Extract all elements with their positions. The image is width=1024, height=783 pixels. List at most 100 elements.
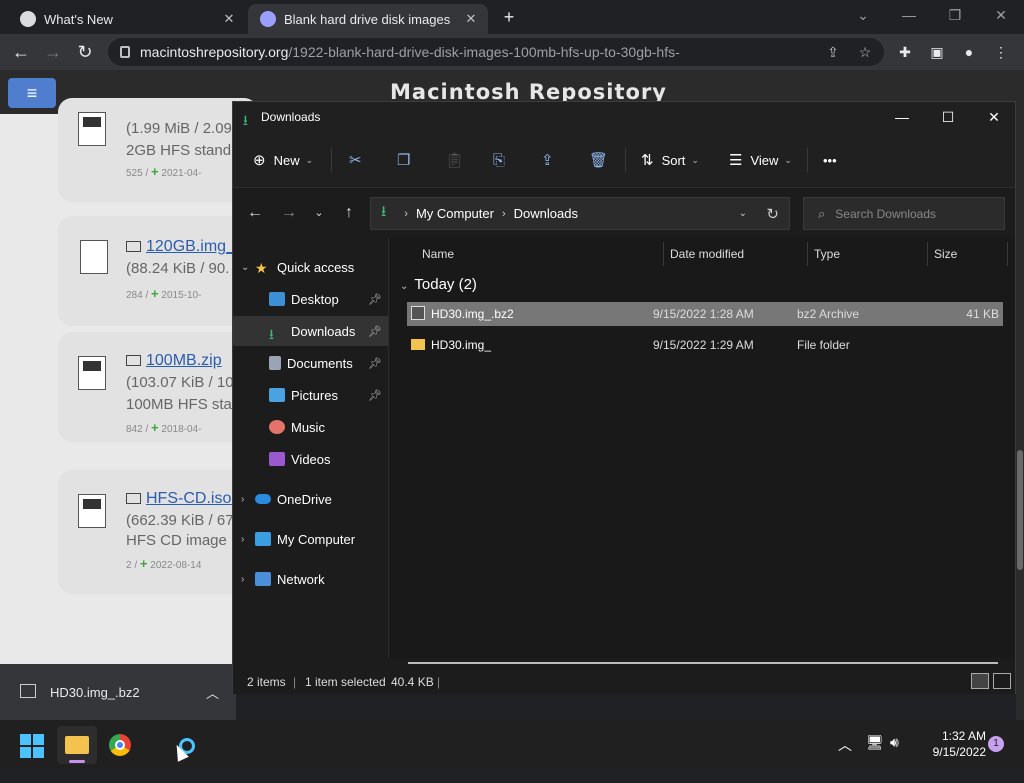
chrome-taskbar-button[interactable]: [101, 726, 141, 764]
new-tab-button[interactable]: +: [498, 6, 520, 28]
minimize-icon[interactable]: —: [879, 102, 925, 132]
download-bar: HD30.img_.bz2 ︿: [0, 664, 236, 720]
rename-button[interactable]: ⎘: [493, 150, 513, 170]
chrome-menu-icon[interactable]: ⋮: [992, 43, 1010, 61]
file-explorer-taskbar-button[interactable]: [57, 726, 97, 764]
chevron-down-icon: ⌄: [241, 261, 250, 273]
up-arrow-icon[interactable]: ↑: [337, 203, 361, 223]
address-dropdown-icon[interactable]: ⌄: [739, 208, 747, 219]
explorer-address-bar[interactable]: ⭳ › My Computer › Downloads ⌄ ↻: [370, 197, 790, 230]
nav-music[interactable]: Music: [233, 412, 388, 442]
delete-button[interactable]: 🗑︎: [589, 150, 616, 170]
details-view-icon[interactable]: [971, 673, 989, 689]
side-panel-icon[interactable]: ▣: [928, 43, 946, 61]
network-tray-icon[interactable]: 🖥︎: [866, 734, 884, 782]
show-hidden-icons-icon[interactable]: ︿: [838, 735, 852, 783]
column-divider[interactable]: [1007, 242, 1008, 266]
column-divider[interactable]: [663, 242, 664, 266]
close-window-icon[interactable]: ✕: [971, 102, 1017, 132]
file-card: 120GB.img_ (88.24 KiB / 90. 284 / + 2015…: [58, 216, 258, 326]
tab-search-icon[interactable]: ⌄: [840, 4, 886, 26]
nav-pictures[interactable]: Pictures 📌︎: [233, 380, 388, 410]
nav-videos[interactable]: Videos: [233, 444, 388, 474]
tiles-view-icon[interactable]: [993, 673, 1011, 689]
page-scrollbar[interactable]: [1016, 70, 1024, 720]
tab-blank-hard-drive[interactable]: Blank hard drive disk images (100 ✕: [248, 4, 488, 34]
recent-locations-icon[interactable]: ⌄: [307, 203, 331, 223]
nav-network[interactable]: › Network: [233, 564, 388, 594]
folder-icon: [126, 241, 141, 252]
nav-onedrive[interactable]: › OneDrive: [233, 484, 388, 514]
horizontal-scrollbar[interactable]: [408, 662, 998, 664]
nav-documents[interactable]: Documents 📌︎: [233, 348, 388, 378]
close-tab-icon[interactable]: ✕: [220, 10, 238, 28]
command-bar: ⊕ New ⌄ ✂ ❐ 📋︎ ⎘ ⇪ 🗑︎ ⇅ Sort ⌄ ☰ View ⌄ •••: [233, 132, 1015, 188]
column-header-type[interactable]: Type: [814, 238, 840, 270]
back-arrow-icon[interactable]: ←: [8, 39, 34, 65]
breadcrumb-my-computer[interactable]: My Computer: [416, 206, 494, 221]
extensions-icon[interactable]: ✚: [896, 43, 914, 61]
column-header-name[interactable]: Name: [422, 238, 454, 270]
breadcrumb-downloads[interactable]: Downloads: [514, 206, 578, 221]
restore-icon[interactable]: ❐: [932, 4, 978, 26]
navigation-pane: ⌄ ★ Quick access Desktop 📌︎ ⭳ Downloads …: [233, 238, 389, 658]
file-link[interactable]: HFS-CD.iso.: [126, 490, 236, 508]
forward-arrow-icon[interactable]: →: [277, 203, 301, 223]
file-card: HFS-CD.iso. (662.39 KiB / 67 HFS CD imag…: [58, 470, 258, 594]
scrollbar-thumb[interactable]: [1017, 450, 1023, 570]
tab-whats-new[interactable]: What's New ✕: [8, 4, 246, 34]
profile-icon[interactable]: ●: [960, 43, 978, 61]
maximize-icon[interactable]: ☐: [925, 102, 971, 132]
bz2-file-icon: [20, 684, 36, 698]
view-button[interactable]: ☰ View ⌄: [729, 150, 792, 170]
nav-desktop[interactable]: Desktop 📌︎: [233, 284, 388, 314]
file-link[interactable]: 120GB.img_: [126, 238, 235, 256]
copy-button[interactable]: ❐: [397, 150, 418, 170]
sort-button[interactable]: ⇅ Sort ⌄: [641, 150, 699, 170]
share-icon[interactable]: ⇪: [824, 43, 842, 61]
column-divider[interactable]: [807, 242, 808, 266]
bookmark-star-icon[interactable]: ☆: [856, 43, 874, 61]
file-link[interactable]: 100MB.zip: [126, 352, 222, 370]
system-clock[interactable]: 1:32 AM 9/15/2022: [916, 728, 986, 760]
file-row[interactable]: HD30.img_ 9/15/2022 1:29 AM File folder: [407, 333, 1003, 357]
url-path: /1922-blank-hard-drive-disk-images-100mb…: [288, 44, 680, 60]
volume-icon[interactable]: 🔊︎: [890, 734, 899, 782]
notification-badge[interactable]: 1: [988, 736, 1004, 752]
address-bar[interactable]: macintoshrepository.org/1922-blank-hard-…: [108, 38, 884, 66]
close-tab-icon[interactable]: ✕: [462, 10, 480, 28]
url-host: macintoshrepository.org: [140, 44, 289, 60]
minimize-icon[interactable]: —: [886, 4, 932, 26]
documents-icon: [269, 356, 281, 370]
cut-button[interactable]: ✂: [349, 150, 370, 170]
nav-downloads[interactable]: ⭳ Downloads 📌︎: [233, 316, 388, 346]
chevron-up-icon[interactable]: ︿: [206, 683, 219, 702]
group-header[interactable]: ⌄ Today (2): [400, 276, 477, 293]
network-icon: [255, 572, 271, 586]
file-size: (1.99 MiB / 2.09: [126, 120, 232, 137]
column-header-size[interactable]: Size: [934, 238, 957, 270]
videos-icon: [269, 452, 285, 466]
file-row[interactable]: HD30.img_.bz2 9/15/2022 1:28 AM bz2 Arch…: [407, 302, 1003, 326]
close-window-icon[interactable]: ✕: [978, 4, 1024, 26]
search-icon: ⌕: [818, 205, 826, 221]
forward-arrow-icon[interactable]: →: [40, 39, 66, 65]
reload-icon[interactable]: ↻: [72, 39, 98, 65]
site-menu-button[interactable]: ≡: [8, 78, 56, 108]
nav-my-computer[interactable]: › My Computer: [233, 524, 388, 554]
share-button[interactable]: ⇪: [541, 150, 562, 170]
selection-count: 1 item selected: [305, 675, 386, 689]
paste-button[interactable]: 📋︎: [445, 150, 472, 170]
more-options-button[interactable]: •••: [823, 150, 837, 170]
back-arrow-icon[interactable]: ←: [243, 203, 267, 223]
nav-quick-access[interactable]: ⌄ ★ Quick access: [233, 252, 388, 282]
refresh-icon[interactable]: ↻: [766, 205, 779, 223]
disk-image-icon: [78, 112, 106, 146]
column-divider[interactable]: [927, 242, 928, 266]
download-item[interactable]: HD30.img_.bz2: [50, 685, 140, 700]
file-explorer-window: ⭳ Downloads — ☐ ✕ ⊕ New ⌄ ✂ ❐ 📋︎ ⎘ ⇪ 🗑︎ ⇅ S…: [232, 101, 1016, 694]
column-header-date[interactable]: Date modified: [670, 238, 744, 270]
search-input[interactable]: ⌕ Search Downloads: [803, 197, 1005, 230]
start-button[interactable]: [20, 734, 44, 758]
new-button[interactable]: ⊕ New ⌄: [253, 150, 313, 170]
